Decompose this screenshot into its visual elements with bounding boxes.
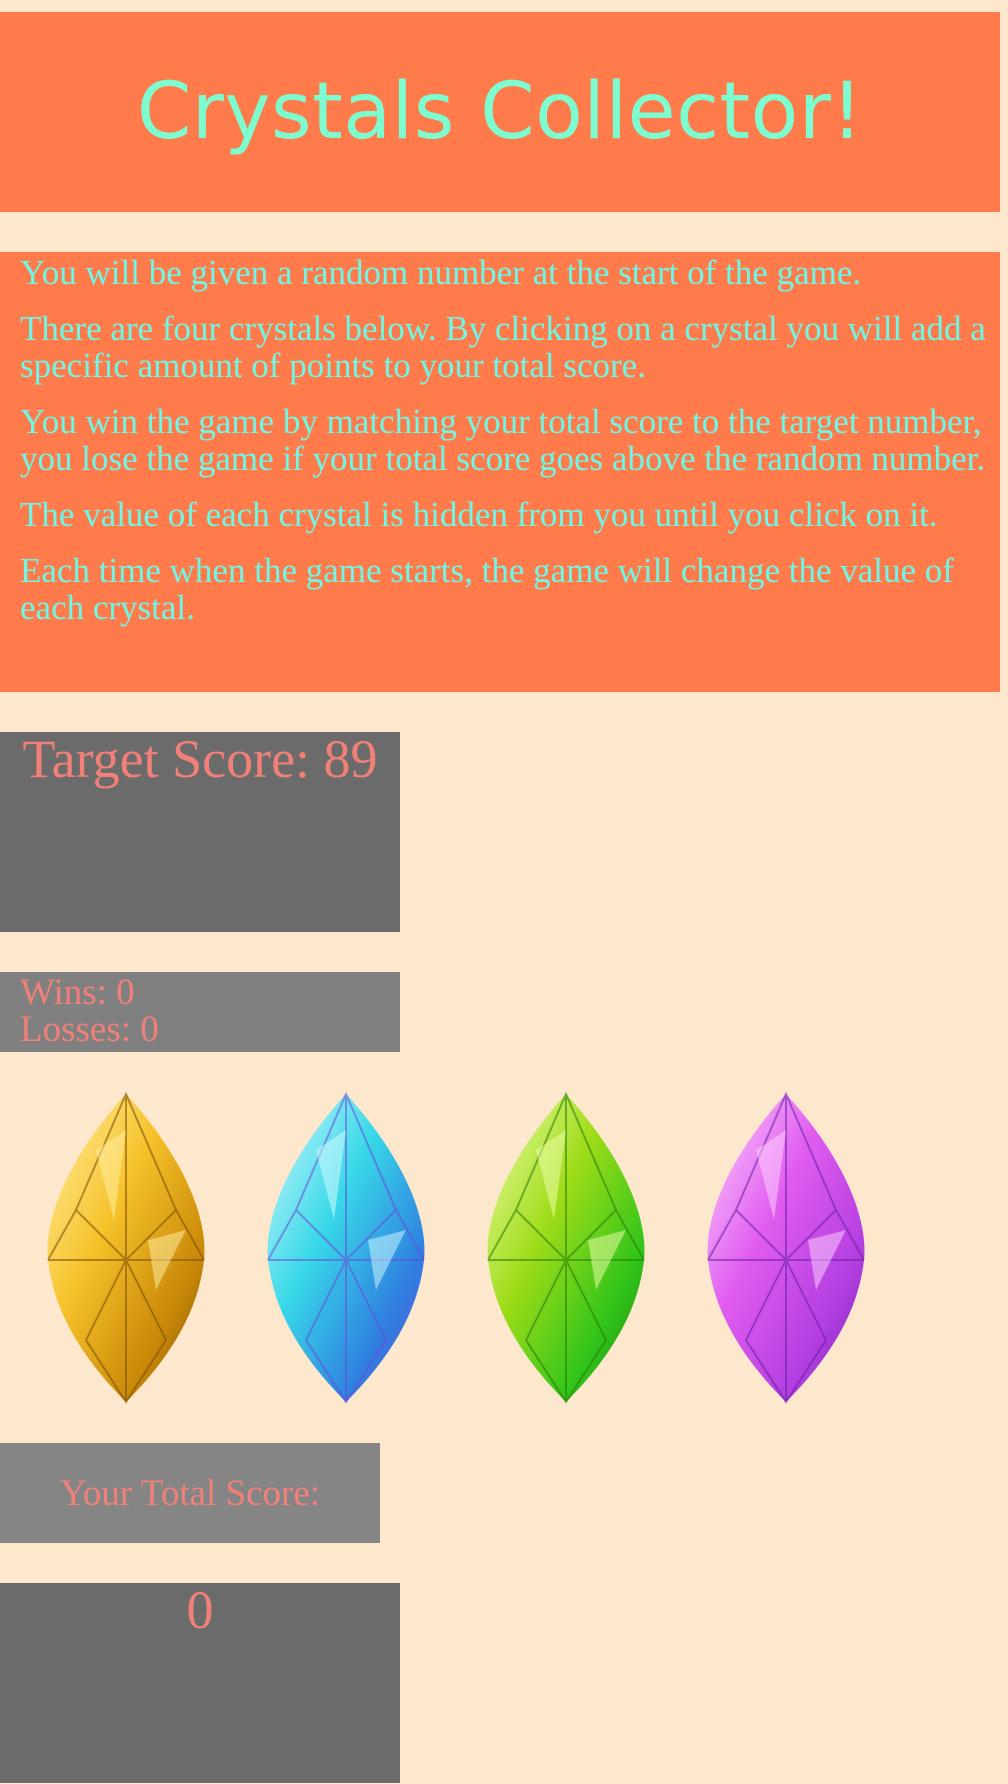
crystal-row — [0, 1090, 1008, 1410]
blue-crystal-button[interactable] — [256, 1090, 436, 1406]
target-score-box: Target Score: 89 — [0, 732, 400, 932]
instruction-5: Each time when the game starts, the game… — [20, 551, 954, 627]
win-loss-box: Wins: 0 Losses: 0 — [0, 972, 400, 1052]
purple-crystal-button[interactable] — [696, 1090, 876, 1406]
purple-crystal-icon — [707, 1091, 865, 1404]
header-banner: Crystals Collector! — [0, 12, 1000, 212]
total-score-box: 0 — [0, 1583, 400, 1783]
instruction-3: You win the game by matching your total … — [20, 402, 986, 478]
green-crystal-button[interactable] — [476, 1090, 656, 1406]
instructions-panel: You will be given a random number at the… — [0, 252, 1000, 692]
yellow-crystal-button[interactable] — [36, 1090, 216, 1406]
yellow-crystal-icon — [47, 1091, 205, 1404]
blue-crystal-icon — [267, 1091, 425, 1404]
instruction-4: The value of each crystal is hidden from… — [20, 495, 938, 534]
green-crystal-icon — [487, 1091, 645, 1404]
wins-count: Wins: 0 — [20, 972, 135, 1013]
total-score-label: Your Total Score: — [59, 1472, 321, 1514]
total-score-label-box: Your Total Score: — [0, 1443, 380, 1543]
page-title: Crystals Collector! — [136, 67, 864, 157]
total-score-value: 0 — [186, 1580, 214, 1640]
instruction-1: You will be given a random number at the… — [20, 253, 862, 292]
instruction-2: There are four crystals below. By clicki… — [20, 309, 986, 385]
losses-count: Losses: 0 — [20, 1009, 159, 1050]
target-score: Target Score: 89 — [22, 729, 378, 789]
